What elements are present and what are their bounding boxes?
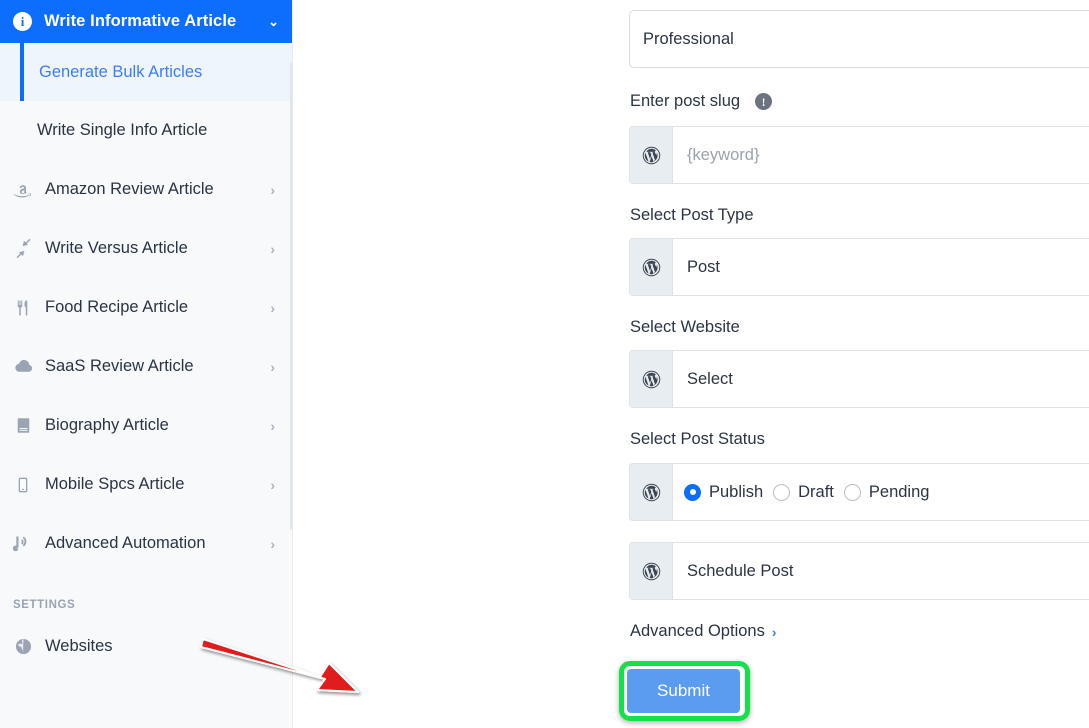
tone-value: Professional — [643, 29, 734, 48]
sidebar-item-saas-review-article[interactable]: SaaS Review Article › — [0, 337, 293, 396]
sidebar-item-label: Amazon Review Article — [45, 180, 214, 198]
post-status-label-text: Select Post Status — [630, 430, 765, 448]
book-icon — [12, 415, 34, 437]
post-slug-label-row: Enter post slug ! — [630, 92, 773, 111]
post-slug-label: Enter post slug — [630, 92, 741, 110]
chevron-right-icon[interactable]: › — [270, 183, 275, 197]
sidebar-item-label: Food Recipe Article — [45, 298, 189, 316]
post-type-value[interactable]: Post — [673, 239, 1089, 295]
main-content: Professional Enter post slug ! {keyword}… — [293, 0, 1089, 728]
post-type-select[interactable]: Post — [629, 238, 1089, 296]
schedule-post-value[interactable]: Schedule Post — [673, 543, 1089, 599]
sidebar-item-label: Advanced Automation — [45, 534, 206, 552]
sidebar-item-label: Write Versus Article — [45, 239, 188, 257]
compress-arrows-icon — [12, 238, 34, 260]
globe-icon — [12, 636, 34, 658]
radio-pending[interactable] — [843, 483, 861, 501]
website-value[interactable]: Select — [673, 351, 1089, 407]
website-select[interactable]: Select — [629, 350, 1089, 408]
sidebar-item-label: Biography Article — [45, 416, 169, 434]
sidebar-header-write-informative-article[interactable]: i Write Informative Article ⌄ — [0, 0, 293, 43]
sidebar-item-write-single-info-article[interactable]: Write Single Info Article — [0, 101, 293, 160]
wordpress-icon — [630, 127, 673, 183]
sidebar-item-advanced-automation[interactable]: Advanced Automation › — [0, 514, 293, 573]
submit-highlight-box: Submit — [619, 661, 750, 721]
sidebar-item-generate-bulk-articles[interactable]: Generate Bulk Articles — [0, 43, 293, 101]
website-label-text: Select Website — [630, 318, 740, 336]
post-status-radio-group: Publish Draft Pending — [673, 464, 1089, 520]
info-circle-icon: i — [13, 12, 32, 31]
sidebar: i Write Informative Article ⌄ Generate B… — [0, 0, 293, 728]
sidebar-section-settings: SETTINGS — [0, 573, 293, 617]
info-icon[interactable]: ! — [755, 93, 773, 110]
sidebar-item-biography-article[interactable]: Biography Article › — [0, 396, 293, 455]
website-label: Select Website — [630, 318, 740, 337]
wordpress-icon — [630, 543, 673, 599]
app-root: i Write Informative Article ⌄ Generate B… — [0, 0, 1089, 728]
mobile-icon — [12, 474, 34, 496]
schedule-post-field[interactable]: Schedule Post — [629, 542, 1089, 600]
sidebar-item-mobile-spcs-article[interactable]: Mobile Spcs Article › — [0, 455, 293, 514]
chevron-right-icon[interactable]: › — [270, 301, 275, 315]
cloud-icon — [12, 356, 34, 378]
post-status-label: Select Post Status — [630, 430, 765, 449]
wordpress-icon — [630, 464, 673, 520]
wordpress-icon — [630, 351, 673, 407]
submit-button[interactable]: Submit — [627, 669, 740, 713]
amazon-icon — [12, 179, 34, 201]
sidebar-subitem-label: Write Single Info Article — [37, 121, 208, 139]
radio-pending-label[interactable]: Pending — [869, 483, 930, 502]
sidebar-item-label: Websites — [45, 637, 113, 655]
chevron-right-icon[interactable]: › — [270, 360, 275, 374]
utensils-icon — [12, 297, 34, 319]
tone-input[interactable]: Professional — [629, 10, 1089, 68]
sidebar-header-title: Write Informative Article — [44, 12, 237, 30]
radio-publish[interactable] — [684, 483, 701, 501]
sidebar-item-food-recipe-article[interactable]: Food Recipe Article › — [0, 278, 293, 337]
sidebar-item-write-versus-article[interactable]: Write Versus Article › — [0, 219, 293, 278]
chevron-right-icon: › — [771, 623, 777, 640]
post-slug-input[interactable]: {keyword} — [673, 127, 1089, 183]
chevron-right-icon[interactable]: › — [270, 537, 275, 551]
sidebar-section-label: SETTINGS — [13, 599, 76, 611]
active-indicator-bar — [20, 43, 24, 101]
chevron-down-icon[interactable]: ⌄ — [268, 15, 279, 28]
post-status-field: Publish Draft Pending — [629, 463, 1089, 521]
chevron-right-icon[interactable]: › — [270, 242, 275, 256]
radio-draft-label[interactable]: Draft — [798, 483, 834, 502]
advanced-options-toggle[interactable]: Advanced Options › — [630, 622, 777, 641]
radio-publish-label[interactable]: Publish — [709, 483, 763, 502]
post-slug-field[interactable]: {keyword} — [629, 126, 1089, 184]
sidebar-item-amazon-review-article[interactable]: Amazon Review Article › — [0, 160, 293, 219]
sidebar-item-label: Mobile Spcs Article — [45, 475, 185, 493]
chevron-right-icon[interactable]: › — [270, 478, 275, 492]
sidebar-subitem-label: Generate Bulk Articles — [39, 62, 203, 81]
wordpress-icon — [630, 239, 673, 295]
chevron-right-icon[interactable]: › — [270, 419, 275, 433]
sidebar-item-websites[interactable]: Websites — [0, 617, 293, 676]
post-type-label: Select Post Type — [630, 206, 754, 225]
radio-draft[interactable] — [773, 483, 791, 501]
post-type-label-text: Select Post Type — [630, 206, 754, 224]
broadcast-tower-icon — [12, 533, 34, 555]
sidebar-item-label: SaaS Review Article — [45, 357, 194, 375]
advanced-options-label: Advanced Options — [630, 622, 765, 640]
